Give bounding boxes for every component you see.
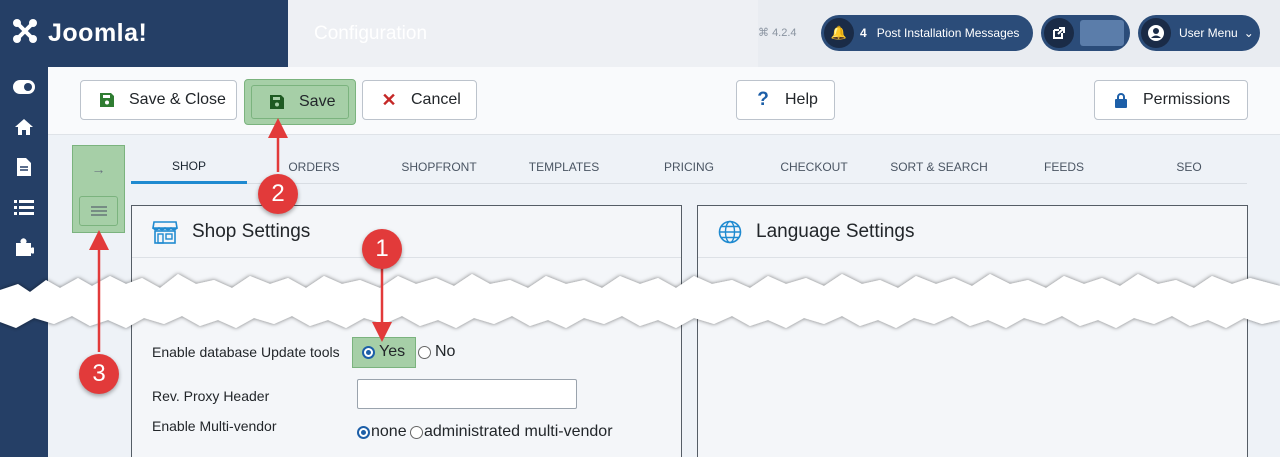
hamburger-button[interactable] (79, 196, 118, 226)
callout-badge-1: 1 (362, 229, 402, 269)
torn-paper-divider (0, 274, 1280, 328)
save-label: Save (299, 93, 336, 110)
multivendor-label: Enable Multi-vendor (152, 418, 277, 434)
globe-icon (718, 220, 742, 244)
tab-bar: SHOP ORDERS SHOPFRONT TEMPLATES PRICING CHECK… (131, 150, 1247, 184)
sidebar-item-content[interactable] (0, 147, 48, 187)
puzzle-icon (16, 238, 34, 256)
sidebar-item-menus[interactable] (0, 187, 48, 227)
post-install-button[interactable]: 🔔 4 Post Installation Messages (821, 15, 1033, 51)
radio-unchecked-icon (418, 345, 431, 359)
tab-checkout[interactable]: CHECKOUT (756, 150, 872, 184)
db-update-yes-label: Yes (379, 343, 406, 360)
help-label: Help (785, 91, 818, 108)
tab-seo[interactable]: SEO (1131, 150, 1247, 184)
multivendor-none-radio[interactable]: none (357, 423, 407, 441)
language-settings-title: Language Settings (756, 220, 915, 242)
logo-text: Joomla! (48, 19, 148, 47)
external-link-icon (1044, 18, 1074, 48)
cancel-button[interactable]: ✕ Cancel (362, 80, 477, 120)
radio-checked-icon (362, 345, 375, 359)
radio-unchecked-icon (410, 425, 423, 439)
close-icon: ✕ (381, 89, 397, 110)
store-icon (152, 220, 178, 244)
callout-badge-2: 2 (258, 174, 298, 214)
tab-toggle-panel: → (72, 145, 125, 233)
language-settings-header: Language Settings (698, 206, 1247, 258)
lock-icon (1113, 92, 1129, 108)
user-icon (1141, 18, 1171, 48)
user-menu-label: User Menu (1179, 26, 1238, 40)
sidebar-item-home[interactable] (0, 107, 48, 147)
version-number: 4.2.4 (772, 27, 797, 39)
post-install-label: Post Installation Messages (876, 26, 1020, 40)
save-button[interactable]: Save (244, 79, 356, 125)
cancel-label: Cancel (411, 91, 461, 108)
page-title: Configuration (288, 0, 758, 67)
tab-shop[interactable]: SHOP (131, 150, 247, 184)
toolbar: Save & Close Save ✕ Cancel ? Help Permis… (48, 67, 1280, 135)
sidebar-item-components[interactable] (0, 227, 48, 267)
question-icon: ? (757, 89, 769, 110)
user-menu-button[interactable]: User Menu ⌄ (1138, 15, 1260, 51)
joomla-logo-icon (10, 16, 40, 51)
permissions-button[interactable]: Permissions (1094, 80, 1248, 120)
save-close-label: Save & Close (129, 91, 226, 108)
sidebar-toggle[interactable] (0, 67, 48, 107)
file-icon (17, 158, 31, 176)
brand[interactable]: Joomla! (0, 0, 288, 67)
db-update-no-label: No (435, 343, 456, 360)
site-name-blurred (1080, 20, 1124, 46)
save-icon (99, 93, 115, 107)
home-icon (15, 119, 33, 135)
version-label: ⌘ 4.2.4 (758, 27, 797, 39)
toggle-icon (13, 80, 35, 94)
notifications-count: 4 (860, 26, 867, 40)
chevron-down-icon: ⌄ (1243, 26, 1254, 40)
bell-icon: 🔔 (824, 18, 854, 48)
help-button[interactable]: ? Help (736, 80, 835, 120)
save-close-button[interactable]: Save & Close (80, 80, 237, 120)
db-update-no-radio[interactable]: No (418, 343, 455, 361)
callout-badge-3: 3 (79, 354, 119, 394)
multivendor-none-label: none (371, 423, 407, 440)
hamburger-icon (90, 206, 107, 216)
multivendor-admin-label: administrated multi-vendor (424, 423, 613, 440)
proxy-header-label: Rev. Proxy Header (152, 388, 270, 404)
header: Joomla! Configuration ⌘ 4.2.4 🔔 4 Post I… (0, 0, 1280, 67)
proxy-header-input[interactable] (357, 379, 577, 409)
tab-templates[interactable]: TEMPLATES (506, 150, 622, 184)
list-icon (14, 200, 34, 215)
arrow-right-icon[interactable]: → (79, 152, 118, 185)
site-link-button[interactable] (1041, 15, 1130, 51)
tab-sort-search[interactable]: SORT & SEARCH (881, 150, 997, 184)
multivendor-admin-radio[interactable]: administrated multi-vendor (410, 423, 613, 441)
db-update-label: Enable database Update tools (152, 344, 340, 360)
tab-feeds[interactable]: FEEDS (1006, 150, 1122, 184)
radio-checked-icon (357, 425, 370, 439)
shop-settings-header: Shop Settings (132, 206, 681, 258)
tab-pricing[interactable]: PRICING (631, 150, 747, 184)
shop-settings-title: Shop Settings (192, 220, 311, 242)
permissions-label: Permissions (1143, 91, 1231, 108)
tab-shopfront[interactable]: SHOPFRONT (381, 150, 497, 184)
db-update-yes-radio[interactable]: Yes (362, 343, 405, 361)
